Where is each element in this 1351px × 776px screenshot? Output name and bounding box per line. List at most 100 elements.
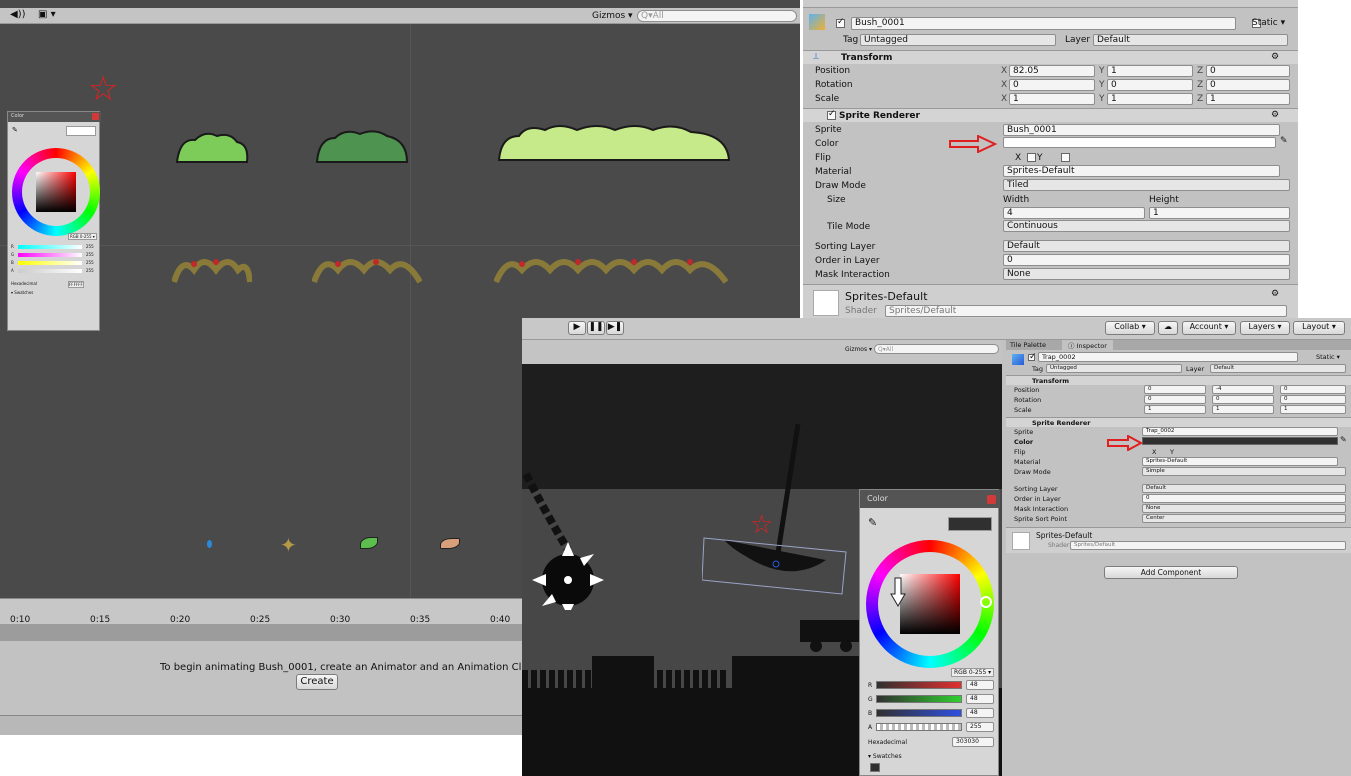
component-menu-icon[interactable]: ⚙ (1271, 52, 1279, 62)
shader-dropdown[interactable]: Sprites/Default (885, 305, 1287, 317)
tag-dropdown[interactable]: Untagged (860, 34, 1056, 46)
order-in-layer-field[interactable]: 0 (1003, 254, 1290, 266)
sorting-layer-dropdown[interactable]: Default (1003, 240, 1290, 252)
hue-handle[interactable] (980, 596, 992, 608)
height-field[interactable]: 1 (1149, 207, 1290, 219)
sprite-field[interactable]: Bush_0001 (1003, 124, 1280, 136)
component-menu-icon[interactable]: ⚙ (1271, 110, 1279, 120)
color-field[interactable] (1003, 137, 1276, 148)
object-name-field[interactable]: Trap_0002 (1038, 352, 1298, 362)
channel-slider-g[interactable] (876, 695, 962, 703)
active-checkbox[interactable] (836, 17, 845, 28)
layer-dropdown[interactable]: Default (1093, 34, 1288, 46)
color-field[interactable] (1142, 437, 1338, 445)
play-button[interactable]: ▶ (568, 321, 586, 335)
width-field[interactable]: 4 (1003, 207, 1145, 219)
layer-dropdown[interactable]: Default (1210, 364, 1346, 373)
channel-slider-a[interactable] (876, 723, 962, 731)
eyedropper-icon[interactable]: ✎ (1280, 136, 1288, 146)
component-menu-icon[interactable]: ⚙ (1271, 289, 1279, 299)
static-label[interactable]: Static ▾ (1316, 353, 1340, 361)
scene-search-input[interactable]: Q▾All (637, 10, 797, 22)
channel-slider-r[interactable] (876, 681, 962, 689)
hex-value-field[interactable]: 303030 (952, 737, 994, 747)
eyedropper-icon[interactable]: ✎ (868, 516, 877, 529)
order-in-layer-field[interactable]: 0 (1142, 494, 1346, 503)
transform-header[interactable]: ⟂ Transform ⚙ (803, 50, 1298, 64)
channel-slider-a[interactable] (18, 269, 82, 273)
close-icon[interactable] (92, 113, 99, 120)
material-field[interactable]: Sprites-Default (1142, 457, 1338, 466)
rotation-z-field[interactable]: 0 (1206, 79, 1290, 91)
cloud-button[interactable]: ☁ (1158, 321, 1178, 335)
position-y-field[interactable]: 1 (1107, 65, 1193, 77)
sorting-layer-dropdown[interactable]: Default (1142, 484, 1346, 493)
scale-x-field[interactable]: 1 (1144, 405, 1206, 414)
flip-x-checkbox[interactable] (1026, 153, 1036, 162)
eyedropper-icon[interactable]: ✎ (12, 126, 18, 134)
collab-button[interactable]: Collab ▾ (1105, 321, 1155, 335)
swatches-label[interactable]: ▾ Swatches (11, 290, 33, 295)
position-x-field[interactable]: 0 (1144, 385, 1206, 394)
add-component-button[interactable]: Add Component (1104, 566, 1238, 579)
channel-value-a[interactable]: 255 (966, 722, 994, 732)
swatches-label[interactable]: ▾ Swatches (868, 753, 902, 760)
rotation-z-field[interactable]: 0 (1280, 395, 1346, 404)
scale-z-field[interactable]: 1 (1280, 405, 1346, 414)
close-icon[interactable] (987, 495, 996, 504)
scale-x-field[interactable]: 1 (1009, 93, 1095, 105)
channel-slider-b[interactable] (18, 261, 82, 265)
position-y-field[interactable]: -4 (1212, 385, 1274, 394)
image-effects-icon[interactable]: ▣ ▾ (38, 9, 56, 20)
position-z-field[interactable]: 0 (1280, 385, 1346, 394)
tab-tile-palette[interactable]: Tile Palette (1010, 341, 1046, 349)
channel-value-r[interactable]: 255 (86, 244, 94, 249)
pause-button[interactable]: ❚❚ (587, 321, 605, 335)
channel-slider-g[interactable] (18, 253, 82, 257)
rotation-y-field[interactable]: 0 (1107, 79, 1193, 91)
position-z-field[interactable]: 0 (1206, 65, 1290, 77)
material-field[interactable]: Sprites-Default (1003, 165, 1280, 177)
gizmos-button[interactable]: Gizmos ▾ (845, 346, 872, 353)
scene-search-input[interactable]: Q▾All (874, 344, 999, 354)
mask-interaction-dropdown[interactable]: None (1142, 504, 1346, 513)
audio-icon[interactable]: ◀)) (10, 9, 26, 20)
channel-slider-r[interactable] (18, 245, 82, 249)
object-name-field[interactable]: Bush_0001 (851, 17, 1236, 30)
shader-dropdown[interactable]: Sprites/Default (1070, 541, 1346, 550)
channel-value-g[interactable]: 255 (86, 252, 94, 257)
sprite-renderer-header[interactable]: Sprite Renderer ⚙ (803, 108, 1298, 122)
color-mode-select[interactable]: RGB 0-255 ▾ (951, 668, 995, 677)
rotation-y-field[interactable]: 0 (1212, 395, 1274, 404)
create-animation-button[interactable]: Create (296, 674, 338, 690)
scale-y-field[interactable]: 1 (1212, 405, 1274, 414)
tile-mode-dropdown[interactable]: Continuous (1003, 220, 1290, 232)
color-mode-select[interactable]: RGB 0-255 ▾ (68, 233, 97, 240)
transform-header[interactable]: Transform (1006, 375, 1351, 385)
channel-value-b[interactable]: 255 (86, 260, 94, 265)
position-x-field[interactable]: 82.05 (1009, 65, 1095, 77)
channel-value-a[interactable]: 255 (86, 268, 94, 273)
sprite-field[interactable]: Trap_0002 (1142, 427, 1338, 436)
channel-value-b[interactable]: 48 (966, 708, 994, 718)
rotation-x-field[interactable]: 0 (1009, 79, 1095, 91)
sprite-sort-point-dropdown[interactable]: Center (1142, 514, 1346, 523)
draw-mode-dropdown[interactable]: Simple (1142, 467, 1346, 476)
scale-y-field[interactable]: 1 (1107, 93, 1193, 105)
hex-value[interactable]: FFFFFF (68, 281, 84, 288)
scale-z-field[interactable]: 1 (1206, 93, 1290, 105)
channel-value-g[interactable]: 48 (966, 694, 994, 704)
draw-mode-dropdown[interactable]: Tiled (1003, 179, 1290, 191)
swatch-item[interactable] (870, 763, 880, 772)
sprite-renderer-header[interactable]: Sprite Renderer (1006, 417, 1351, 427)
step-button[interactable]: ▶❚ (606, 321, 624, 335)
channel-slider-b[interactable] (876, 709, 962, 717)
layers-button[interactable]: Layers ▾ (1240, 321, 1290, 335)
color-wheel[interactable] (12, 148, 100, 236)
tab-inspector[interactable]: ⓘ Inspector (1062, 340, 1113, 350)
gizmos-button[interactable]: Gizmos ▾ (592, 11, 633, 21)
layout-button[interactable]: Layout ▾ (1293, 321, 1345, 335)
flip-y-checkbox[interactable] (1060, 153, 1070, 162)
eyedropper-icon[interactable]: ✎ (1340, 435, 1347, 444)
mask-interaction-dropdown[interactable]: None (1003, 268, 1290, 280)
